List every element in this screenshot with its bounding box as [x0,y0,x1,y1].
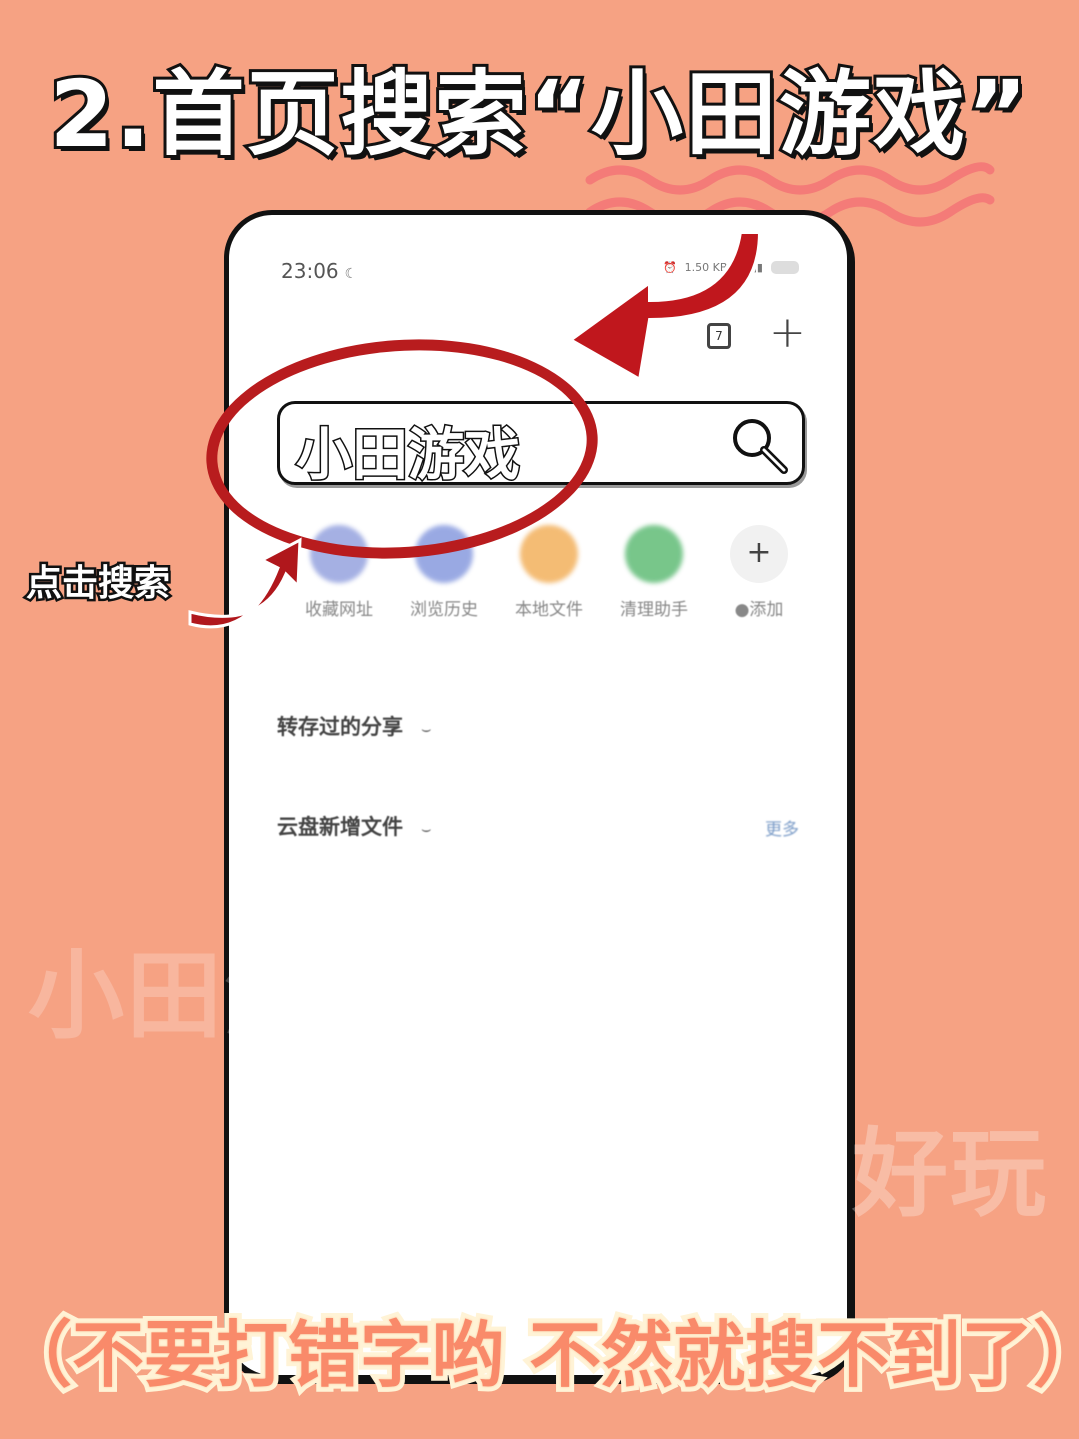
curved-arrow-top [566,230,763,384]
side-annotation-label: 点击搜索 [23,561,172,607]
bottom-caption: （不要打错字哟 不然就搜不到了） [0,1308,1079,1402]
curved-arrow-left [188,537,302,629]
watermark-text: 真的好玩 [656,1118,1048,1230]
watermark-text: 小田游戏 [28,940,420,1052]
